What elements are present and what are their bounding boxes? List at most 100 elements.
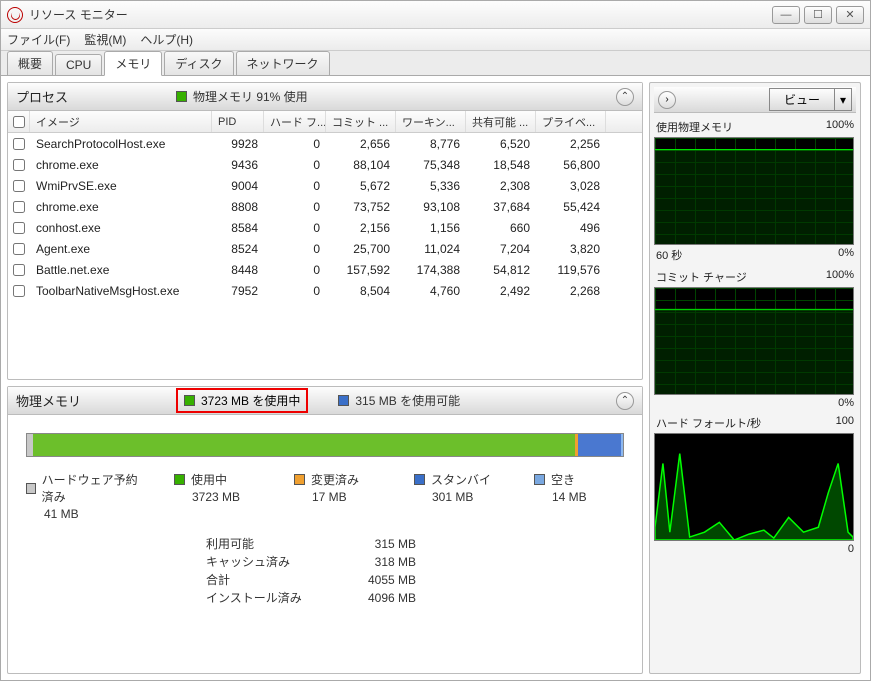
menu-file[interactable]: ファイル(F) [7,31,70,48]
cell-image: Battle.net.exe [30,263,212,277]
cell-pid: 8448 [212,263,264,277]
cell-image: WmiPrvSE.exe [30,179,212,193]
cell-shareable: 660 [466,221,536,235]
col-hardfault[interactable]: ハード フ... [264,111,326,132]
cell-hardfault: 0 [264,158,326,172]
cell-commit: 25,700 [326,242,396,256]
cell-commit: 73,752 [326,200,396,214]
table-row[interactable]: chrome.exe8808073,75293,10837,68455,424 [8,196,642,217]
row-checkbox[interactable] [13,138,25,150]
cell-pid: 9928 [212,137,264,151]
cell-commit: 2,156 [326,221,396,235]
cell-working: 8,776 [396,137,466,151]
memory-avail-label: 315 MB を使用可能 [355,392,460,409]
cell-private: 119,576 [536,263,606,277]
avail-color-icon [338,395,349,406]
table-row[interactable]: SearchProtocolHost.exe992802,6568,7766,5… [8,133,642,154]
table-row[interactable]: ToolbarNativeMsgHost.exe795208,5044,7602… [8,280,642,301]
cell-pid: 8808 [212,200,264,214]
chevron-down-icon: ▾ [835,91,851,109]
cell-shareable: 7,204 [466,242,536,256]
cell-private: 55,424 [536,200,606,214]
menu-help[interactable]: ヘルプ(H) [140,31,193,48]
graph-hardfaults: ハード フォールト/秒100 0 [654,415,856,555]
row-checkbox[interactable] [13,285,25,297]
row-checkbox[interactable] [13,159,25,171]
cell-commit: 5,672 [326,179,396,193]
menu-monitor[interactable]: 監視(M) [84,31,126,48]
cell-shareable: 37,684 [466,200,536,214]
col-image[interactable]: イメージ [30,111,212,132]
cell-commit: 88,104 [326,158,396,172]
cell-image: chrome.exe [30,200,212,214]
tab-overview[interactable]: 概要 [7,51,53,75]
view-button[interactable]: ビュー ▾ [769,88,852,111]
row-checkbox[interactable] [13,264,25,276]
tab-disk[interactable]: ディスク [164,51,233,75]
memory-summary: 利用可能315 MB キャッシュ済み318 MB 合計4055 MB インストー… [206,535,624,607]
cell-hardfault: 0 [264,242,326,256]
memory-legend: ハードウェア予約済み41 MB 使用中3723 MB 変更済み17 MB スタン… [26,471,624,521]
select-all-checkbox[interactable] [13,116,25,128]
tab-memory[interactable]: メモリ [104,51,162,76]
processes-list: SearchProtocolHost.exe992802,6568,7766,5… [8,133,642,379]
graphs-sidebar: › ビュー ▾ 使用物理メモリ100% 60 秒0% コミット チャージ100%… [649,82,861,674]
menubar: ファイル(F) 監視(M) ヘルプ(H) [1,29,870,51]
cell-image: ToolbarNativeMsgHost.exe [30,284,212,298]
cell-shareable: 2,308 [466,179,536,193]
cell-hardfault: 0 [264,284,326,298]
titlebar: リソース モニター — ☐ ✕ [1,1,870,29]
cell-hardfault: 0 [264,179,326,193]
cell-private: 3,820 [536,242,606,256]
cell-private: 496 [536,221,606,235]
maximize-button[interactable]: ☐ [804,6,832,24]
cell-private: 56,800 [536,158,606,172]
cell-commit: 157,592 [326,263,396,277]
window-title: リソース モニター [29,6,772,23]
col-working[interactable]: ワーキン... [396,111,466,132]
cell-shareable: 54,812 [466,263,536,277]
table-row[interactable]: conhost.exe858402,1561,156660496 [8,217,642,238]
cell-shareable: 6,520 [466,137,536,151]
tab-cpu[interactable]: CPU [55,54,102,75]
memory-used-label: 3723 MB を使用中 [201,392,300,409]
table-row[interactable]: WmiPrvSE.exe900405,6725,3362,3083,028 [8,175,642,196]
row-checkbox[interactable] [13,222,25,234]
tab-strip: 概要 CPU メモリ ディスク ネットワーク [1,51,870,75]
cell-commit: 2,656 [326,137,396,151]
processes-panel: プロセス 物理メモリ 91% 使用 ⌃ イメージ PID ハード フ... コミ… [7,82,643,380]
cell-pid: 8524 [212,242,264,256]
col-shareable[interactable]: 共有可能 ... [466,111,536,132]
col-commit[interactable]: コミット ... [326,111,396,132]
col-pid[interactable]: PID [212,111,264,132]
col-private[interactable]: プライベ... [536,111,606,132]
window-frame: リソース モニター — ☐ ✕ ファイル(F) 監視(M) ヘルプ(H) 概要 … [0,0,871,681]
tab-network[interactable]: ネットワーク [236,51,330,75]
memory-bar [26,433,624,457]
graph-commit-charge: コミット チャージ100% 0% [654,269,856,409]
table-row[interactable]: Agent.exe8524025,70011,0247,2043,820 [8,238,642,259]
row-checkbox[interactable] [13,243,25,255]
cell-pid: 8584 [212,221,264,235]
cell-hardfault: 0 [264,221,326,235]
cell-working: 11,024 [396,242,466,256]
processes-column-headers: イメージ PID ハード フ... コミット ... ワーキン... 共有可能 … [8,111,642,133]
collapse-processes-button[interactable]: ⌃ [616,88,634,106]
cell-working: 174,388 [396,263,466,277]
cell-pid: 9004 [212,179,264,193]
cell-private: 2,256 [536,137,606,151]
table-row[interactable]: chrome.exe9436088,10475,34818,54856,800 [8,154,642,175]
processes-status: 物理メモリ 91% 使用 [193,88,308,105]
minimize-button[interactable]: — [772,6,800,24]
row-checkbox[interactable] [13,180,25,192]
close-button[interactable]: ✕ [836,6,864,24]
cell-commit: 8,504 [326,284,396,298]
collapse-sidebar-button[interactable]: › [658,91,676,109]
collapse-memory-button[interactable]: ⌃ [616,392,634,410]
cell-working: 4,760 [396,284,466,298]
cell-shareable: 2,492 [466,284,536,298]
cell-hardfault: 0 [264,263,326,277]
row-checkbox[interactable] [13,201,25,213]
memory-used-highlight: 3723 MB を使用中 [176,388,308,413]
table-row[interactable]: Battle.net.exe84480157,592174,38854,8121… [8,259,642,280]
